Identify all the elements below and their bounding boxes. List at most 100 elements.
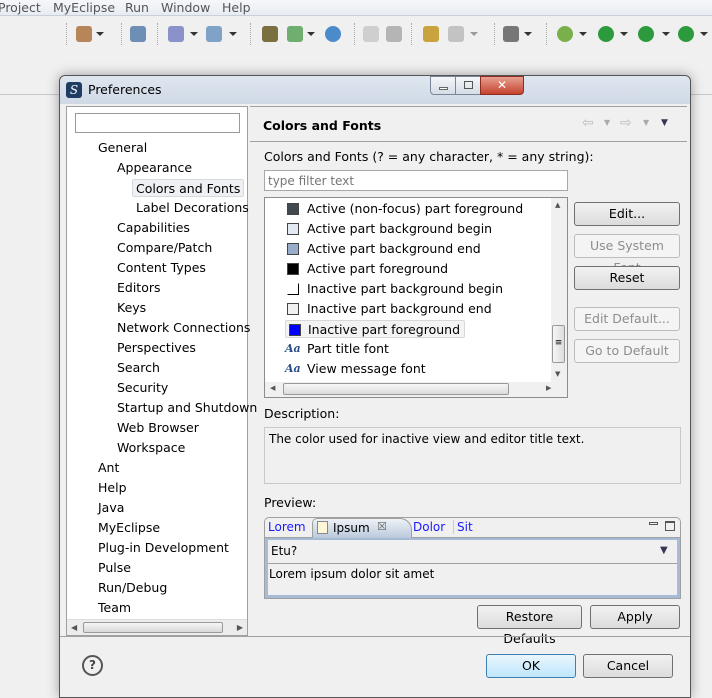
- menu-help[interactable]: Help: [222, 0, 251, 15]
- run-history-icon[interactable]: [638, 26, 654, 42]
- tree-item[interactable]: Editors: [117, 279, 161, 297]
- tree-item[interactable]: MyEclipse: [98, 519, 160, 537]
- tree-item[interactable]: Ant: [98, 459, 119, 477]
- new-file-icon[interactable]: [206, 26, 222, 42]
- help-icon[interactable]: ?: [82, 655, 103, 676]
- scroll-right-icon[interactable]: ▶: [237, 623, 243, 632]
- menu-run[interactable]: Run: [125, 0, 149, 15]
- menu-myeclipse[interactable]: MyEclipse: [53, 0, 115, 15]
- web20-icon[interactable]: [130, 26, 146, 42]
- scroll-up-icon[interactable]: ▲: [555, 201, 560, 209]
- tree-filter-input[interactable]: [75, 113, 240, 133]
- list-item[interactable]: Inactive part background end: [287, 300, 492, 318]
- debug-icon[interactable]: [557, 26, 573, 42]
- list-item[interactable]: Active part background end: [287, 240, 481, 258]
- scroll-thumb[interactable]: [283, 383, 509, 395]
- tree-item[interactable]: Plug-in Development: [98, 539, 229, 557]
- list-item[interactable]: Inactive part background begin: [287, 280, 503, 298]
- list-horizontal-scrollbar[interactable]: ◀ ▶: [265, 382, 567, 397]
- tree-horizontal-scrollbar[interactable]: ◀ ▶: [67, 619, 247, 635]
- tree-item[interactable]: Java: [98, 499, 124, 517]
- tree-item[interactable]: Startup and Shutdown: [117, 399, 257, 417]
- scroll-right-icon[interactable]: ▶: [546, 384, 551, 392]
- preview-tab-dolor[interactable]: Dolor: [413, 520, 445, 534]
- tree-item[interactable]: Web Browser: [117, 419, 199, 437]
- server-icon[interactable]: [287, 26, 303, 42]
- tree-item[interactable]: Search: [117, 359, 160, 377]
- list-item[interactable]: Inactive part foreground: [285, 320, 466, 338]
- forward-dropdown-icon[interactable]: ▼: [643, 118, 649, 127]
- scroll-thumb[interactable]: ≡: [552, 325, 565, 363]
- edit-button[interactable]: Edit...: [574, 202, 680, 226]
- new-wizard-icon[interactable]: [168, 26, 184, 42]
- tree-item[interactable]: Capabilities: [117, 219, 190, 237]
- list-item[interactable]: Aa View message font: [285, 360, 426, 378]
- tree-item[interactable]: Run/Debug: [98, 579, 167, 597]
- tree-item[interactable]: Team: [98, 599, 131, 617]
- camera-icon[interactable]: [503, 26, 519, 42]
- tree-item[interactable]: Help: [98, 479, 127, 497]
- maximize-icon[interactable]: [665, 521, 675, 531]
- ok-button[interactable]: OK: [486, 654, 576, 678]
- list-vertical-scrollbar[interactable]: ▲ ≡ ▼: [551, 198, 567, 383]
- view-menu-icon[interactable]: ▼: [661, 118, 668, 128]
- reset-button[interactable]: Reset: [574, 266, 680, 290]
- combo-dropdown-icon[interactable]: ▼: [660, 545, 668, 556]
- tree-item[interactable]: Perspectives: [117, 339, 196, 357]
- tree-item[interactable]: Appearance: [117, 159, 192, 177]
- tree-item[interactable]: Security: [117, 379, 168, 397]
- menu-window[interactable]: Window: [161, 0, 210, 15]
- font-icon: Aa: [285, 362, 301, 375]
- preview-tab-lorem[interactable]: Lorem: [268, 520, 306, 534]
- scroll-left-icon[interactable]: ◀: [270, 384, 275, 392]
- list-item[interactable]: Aa Part title font: [285, 340, 389, 358]
- disabled-tool2-icon: [386, 26, 402, 42]
- edit-default-button[interactable]: Edit Default...: [574, 307, 680, 331]
- forward-arrow-icon[interactable]: ⇨: [620, 115, 632, 131]
- globe-icon[interactable]: [325, 26, 341, 42]
- list-item[interactable]: Active part foreground: [287, 260, 448, 278]
- scroll-down-icon[interactable]: ▼: [555, 370, 560, 378]
- tree-item[interactable]: Keys: [117, 299, 146, 317]
- preview-tab-sit[interactable]: Sit: [453, 520, 473, 534]
- external-tools-icon[interactable]: [678, 26, 694, 42]
- go-to-default-button[interactable]: Go to Default: [574, 339, 680, 363]
- run-icon[interactable]: [598, 26, 614, 42]
- back-dropdown-icon[interactable]: ▼: [604, 118, 610, 127]
- tree-item[interactable]: Compare/Patch: [117, 239, 212, 257]
- description-text: The color used for inactive view and edi…: [264, 427, 681, 484]
- new-project-icon[interactable]: [76, 26, 92, 42]
- list-item[interactable]: Active part background begin: [287, 220, 493, 238]
- apply-button[interactable]: Apply: [590, 605, 680, 629]
- minimize-button[interactable]: [430, 76, 456, 95]
- tree-item[interactable]: Pulse: [98, 559, 131, 577]
- menu-project[interactable]: Project: [0, 0, 41, 15]
- filter-label: Colors and Fonts (? = any character, * =…: [264, 149, 594, 164]
- deploy-icon[interactable]: [262, 26, 278, 42]
- scroll-thumb[interactable]: [83, 622, 223, 633]
- maximize-button[interactable]: [455, 76, 481, 95]
- list-item[interactable]: Active (non-focus) part foreground: [287, 200, 524, 218]
- list-item-label: Active (non-focus) part foreground: [307, 201, 524, 216]
- close-tab-icon[interactable]: ☒: [377, 520, 387, 533]
- back-arrow-icon[interactable]: ⇦: [582, 115, 594, 131]
- tree-item[interactable]: Label Decorations: [136, 199, 249, 217]
- color-swatch-icon: [287, 263, 299, 275]
- cancel-button[interactable]: Cancel: [583, 654, 673, 678]
- report-icon[interactable]: [423, 26, 439, 42]
- use-system-font-button[interactable]: Use System Font: [574, 234, 680, 275]
- restore-defaults-button[interactable]: Restore Defaults: [477, 605, 582, 646]
- preview-combo[interactable]: Etu? ▼: [268, 540, 677, 564]
- preview-tab-ipsum[interactable]: Ipsum ☒: [312, 518, 412, 538]
- tree-item[interactable]: Network Connections: [117, 319, 250, 337]
- colors-filter-input[interactable]: [264, 170, 568, 191]
- title-bar[interactable]: S Preferences ✕: [60, 76, 690, 104]
- tree-item[interactable]: General: [98, 139, 147, 157]
- minimize-icon[interactable]: [649, 522, 658, 525]
- list-item-label: Active part background begin: [307, 221, 493, 236]
- tree-item[interactable]: Colors and Fonts: [132, 179, 245, 197]
- close-button[interactable]: ✕: [480, 76, 524, 95]
- scroll-left-icon[interactable]: ◀: [71, 623, 77, 632]
- tree-item[interactable]: Content Types: [117, 259, 206, 277]
- tree-item[interactable]: Workspace: [117, 439, 185, 457]
